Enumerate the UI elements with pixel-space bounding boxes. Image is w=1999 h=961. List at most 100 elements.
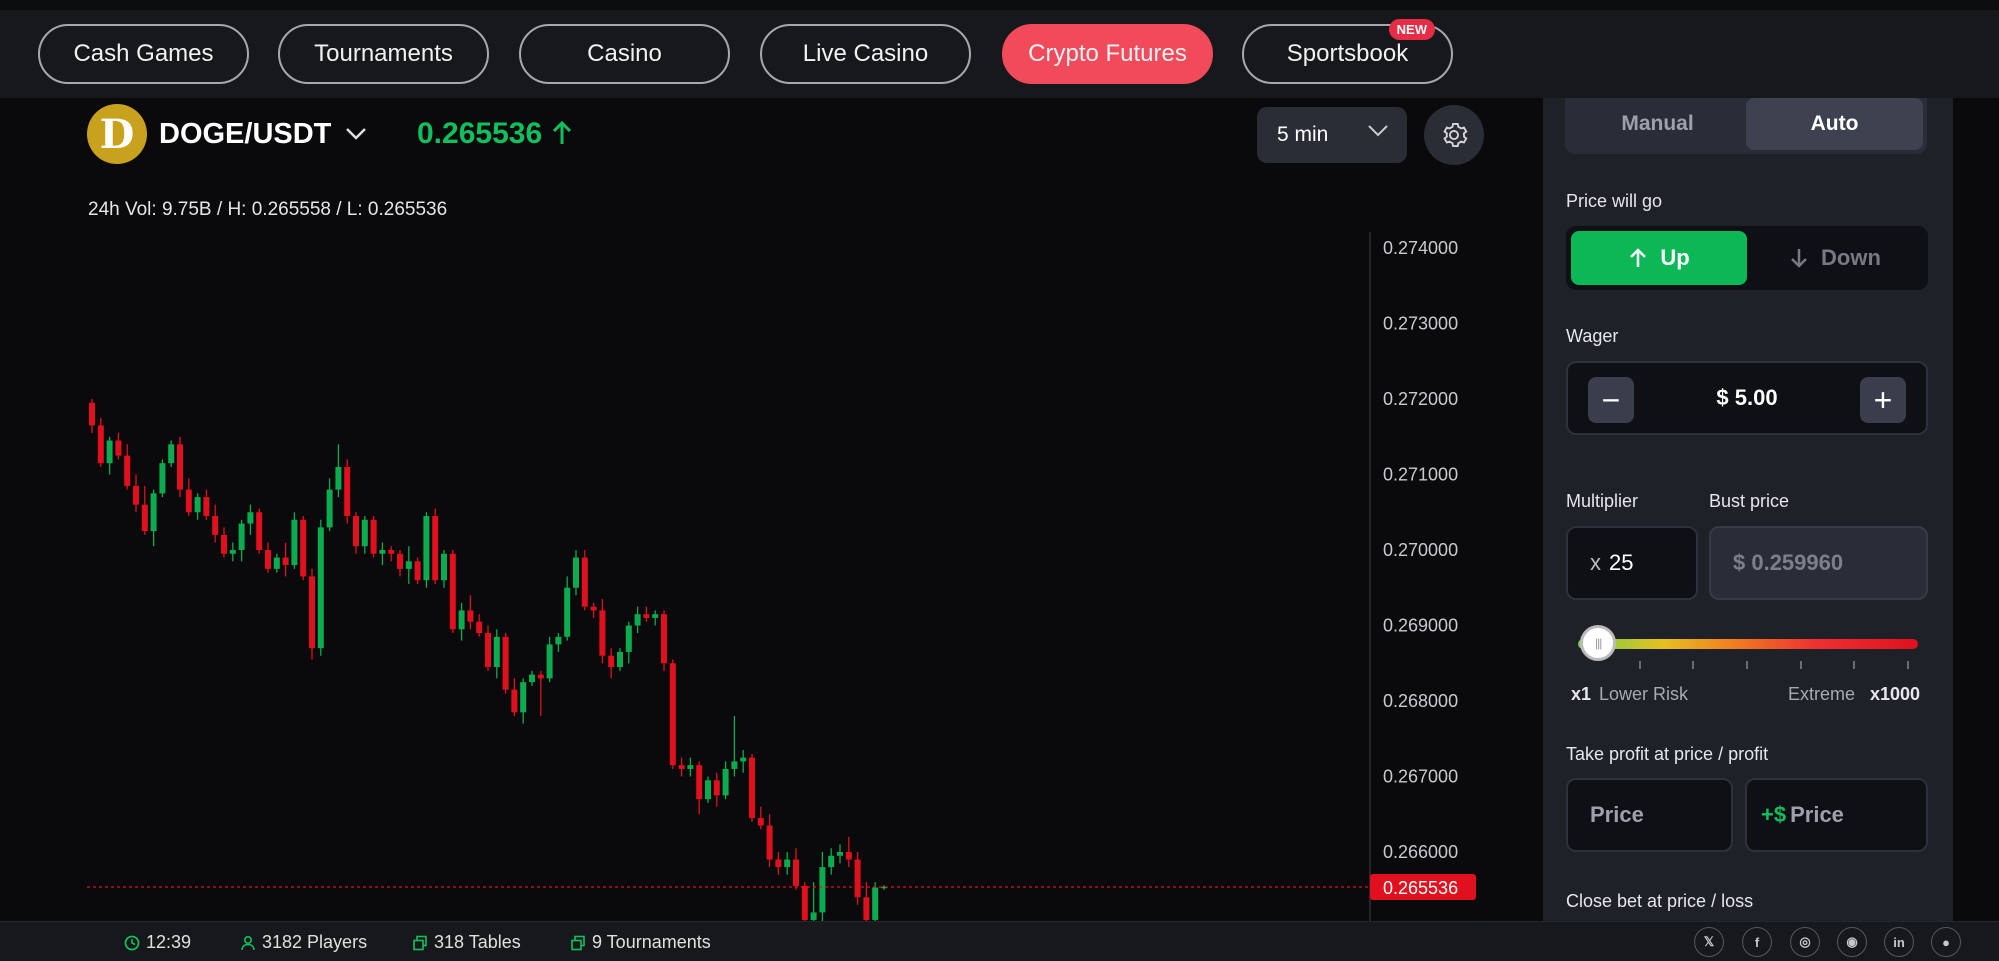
down-button[interactable]: Down (1747, 231, 1923, 285)
tables-text: 318 Tables (434, 932, 521, 952)
multiplier-input[interactable]: x 25 (1566, 526, 1698, 600)
tab-casino[interactable]: Casino (519, 24, 730, 84)
x-icon[interactable]: 𝕏 (1694, 927, 1724, 957)
plus-icon: + (1873, 381, 1893, 418)
candle-body (467, 610, 474, 622)
candle-body (379, 550, 386, 554)
candle (837, 844, 843, 864)
candle (652, 610, 659, 626)
up-button[interactable]: Up (1571, 231, 1747, 285)
candle-body (696, 765, 703, 800)
slider-tick (1746, 661, 1748, 669)
tab-label: Crypto Futures (1028, 40, 1187, 67)
candle (722, 761, 729, 800)
candle-body (625, 625, 632, 652)
candle (115, 432, 122, 460)
reddit-icon[interactable]: ● (1931, 927, 1961, 957)
candle-body (828, 855, 835, 868)
candle (740, 750, 747, 773)
gear-icon (1443, 122, 1468, 148)
slider-handle[interactable]: ||| (1580, 625, 1617, 661)
down-label: Down (1821, 245, 1881, 270)
facebook-icon[interactable]: f (1742, 927, 1772, 957)
interval-select[interactable]: 5 min (1257, 107, 1407, 163)
candle-body (661, 614, 667, 664)
slider-tick (1692, 661, 1694, 669)
candle (608, 648, 615, 679)
clock-time: 12:39 (146, 932, 192, 952)
tables-count[interactable]: 318 Tables (412, 932, 521, 953)
candle-body (194, 497, 201, 513)
multiplier-prefix: x (1590, 550, 1601, 575)
take-profit-amount-input[interactable]: +$ Price (1745, 778, 1928, 852)
take-profit-price-input[interactable]: Price (1566, 778, 1733, 852)
candle-body (203, 497, 210, 517)
tp-profit-prefix: +$ (1761, 802, 1787, 827)
candle-body (485, 633, 491, 668)
candle (845, 836, 852, 868)
candle (150, 489, 157, 547)
candle-body (432, 516, 439, 581)
y-tick-label: 0.273000 (1383, 314, 1458, 334)
candle-body (265, 550, 271, 569)
players-text: 3182 Players (262, 932, 368, 952)
tab-crypto-futures[interactable]: Crypto Futures (1002, 24, 1213, 84)
candle-body (854, 859, 861, 898)
tab-tournaments[interactable]: Tournaments (278, 24, 489, 84)
instagram-icon[interactable]: ◎ (1790, 927, 1820, 957)
linkedin-icon[interactable]: in (1884, 927, 1914, 957)
tournaments-count[interactable]: 9 Tournaments (570, 932, 711, 953)
candle-body (449, 553, 456, 630)
y-tick-label: 0.271000 (1383, 465, 1458, 485)
candle-body (784, 859, 791, 868)
up-label: Up (1660, 245, 1690, 270)
price-chart[interactable]: 0.274000 0.273000 0.272000 0.271000 0.270000… (0, 220, 1543, 921)
risk-max-multiplier: x1000 (1870, 684, 1921, 704)
discord-icon[interactable]: ◉ (1837, 927, 1867, 957)
candle-body (229, 550, 236, 554)
tab-label: Casino (587, 40, 662, 67)
candle (291, 512, 298, 569)
multiplier-slider[interactable] (1578, 639, 1918, 649)
manual-tab[interactable]: Manual (1569, 98, 1746, 150)
slider-tick (1800, 661, 1802, 669)
current-price: 0.265536 (417, 117, 572, 151)
candle-body (599, 610, 606, 656)
candle-body (106, 440, 113, 464)
candle (801, 882, 808, 921)
slider-tick (1639, 661, 1641, 669)
candle (273, 553, 280, 573)
candle-body (634, 614, 641, 626)
wager-label: Wager (1566, 326, 1619, 346)
bet-panel: Manual Auto Price will go Up Down Wager … (1543, 98, 1953, 921)
candle (731, 716, 738, 777)
pair-selector[interactable]: D DOGE/USDT (87, 104, 367, 164)
risk-min-label: Lower Risk (1599, 684, 1689, 704)
candle-body (326, 489, 333, 528)
candle (678, 757, 685, 777)
increase-wager-button[interactable]: + (1860, 377, 1906, 423)
tab-label: Sportsbook (1286, 40, 1409, 67)
candle-body (573, 557, 579, 588)
auto-tab[interactable]: Auto (1746, 98, 1923, 150)
settings-button[interactable] (1424, 105, 1484, 165)
candle (282, 542, 289, 577)
candle-body (89, 402, 95, 426)
candle (124, 444, 131, 490)
wager-input[interactable]: − $ 5.00 + (1566, 361, 1928, 435)
current-price-tag-label: 0.265536 (1383, 878, 1458, 898)
candle-body (546, 644, 553, 679)
tab-live-casino[interactable]: Live Casino (760, 24, 971, 84)
candle (599, 599, 606, 664)
candle (625, 621, 632, 664)
candle (766, 814, 773, 868)
candle (238, 519, 245, 562)
candle-body (520, 682, 527, 713)
candle (133, 474, 139, 513)
tab-cash-games[interactable]: Cash Games (38, 24, 249, 84)
tab-sportsbook[interactable]: Sportsbook NEW (1242, 19, 1453, 84)
candle (221, 527, 227, 558)
candle-body (757, 818, 764, 826)
candle-body (590, 606, 597, 611)
candle (335, 444, 342, 498)
